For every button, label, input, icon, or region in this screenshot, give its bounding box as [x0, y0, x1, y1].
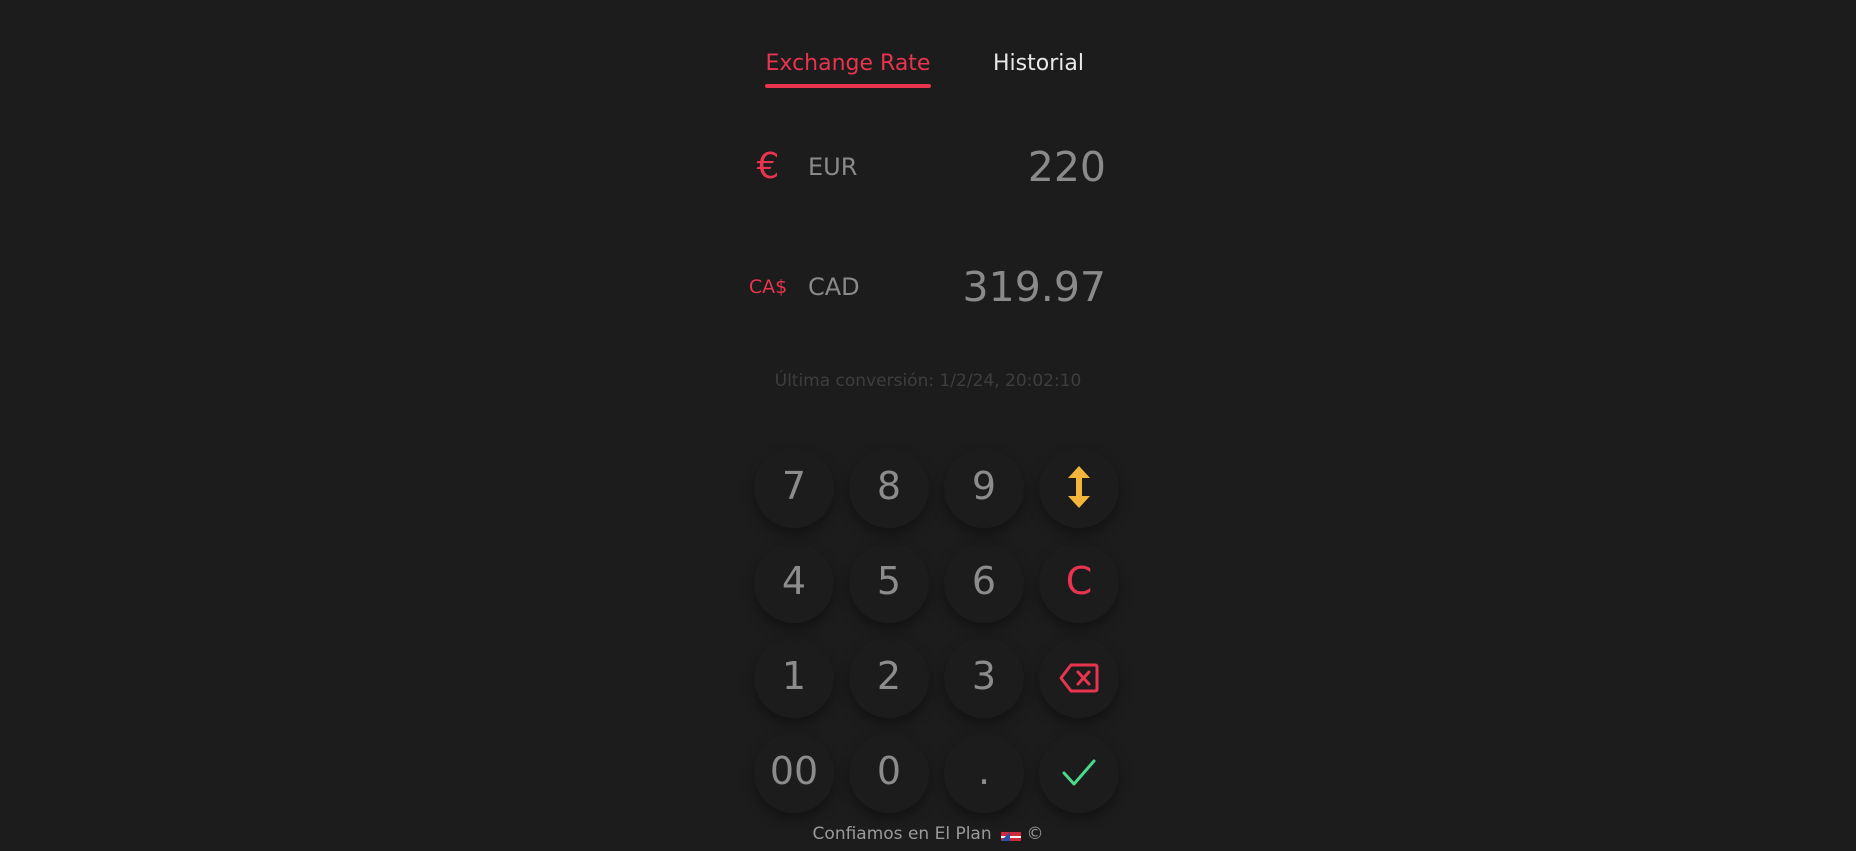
key-1[interactable]: 1 — [754, 638, 834, 718]
euro-icon: € — [756, 146, 780, 187]
footer: Confiamos en El Plan © — [0, 823, 1856, 845]
backspace-button[interactable] — [1039, 638, 1119, 718]
key-7[interactable]: 7 — [754, 448, 834, 528]
to-currency-code[interactable]: CAD — [808, 257, 860, 317]
key-3[interactable]: 3 — [944, 638, 1024, 718]
exchange-app: Exchange Rate Historial € EUR 220 CA$ CA… — [0, 0, 1856, 851]
swap-button[interactable] — [1039, 448, 1119, 528]
key-decimal[interactable]: . — [944, 733, 1024, 813]
flag-icon — [1001, 832, 1022, 841]
key-8[interactable]: 8 — [849, 448, 929, 528]
confirm-button[interactable] — [1039, 733, 1119, 813]
tab-exchange-rate-label: Exchange Rate — [765, 51, 931, 76]
from-currency-row[interactable]: € EUR 220 — [740, 137, 1106, 197]
tab-bar: Exchange Rate Historial — [0, 48, 1856, 94]
copyright-symbol: © — [1026, 824, 1044, 844]
swap-vertical-icon — [1068, 466, 1090, 508]
tab-historial-label: Historial — [993, 51, 1084, 76]
last-conversion-timestamp: Última conversión: 1/2/24, 20:02:10 — [774, 371, 1082, 391]
to-amount: 319.97 — [962, 263, 1106, 311]
key-6[interactable]: 6 — [944, 543, 1024, 623]
key-4[interactable]: 4 — [754, 543, 834, 623]
key-0[interactable]: 0 — [849, 733, 929, 813]
key-00[interactable]: 00 — [754, 733, 834, 813]
footer-text: Confiamos en El Plan — [812, 824, 992, 844]
keypad: 7 8 9 4 5 6 C 1 2 3 00 0 . — [736, 430, 1120, 810]
key-5[interactable]: 5 — [849, 543, 929, 623]
tab-exchange-rate[interactable]: Exchange Rate — [765, 48, 931, 88]
to-currency-row[interactable]: CA$ CAD 319.97 — [740, 257, 1106, 317]
from-currency-code[interactable]: EUR — [808, 137, 857, 197]
backspace-icon — [1059, 663, 1099, 693]
tab-historial[interactable]: Historial — [993, 48, 1084, 80]
key-2[interactable]: 2 — [849, 638, 929, 718]
clear-button[interactable]: C — [1039, 543, 1119, 623]
from-amount[interactable]: 220 — [1028, 137, 1106, 197]
check-icon — [1062, 759, 1096, 786]
key-9[interactable]: 9 — [944, 448, 1024, 528]
active-tab-indicator — [765, 84, 931, 88]
canadian-dollar-icon: CA$ — [748, 276, 788, 298]
